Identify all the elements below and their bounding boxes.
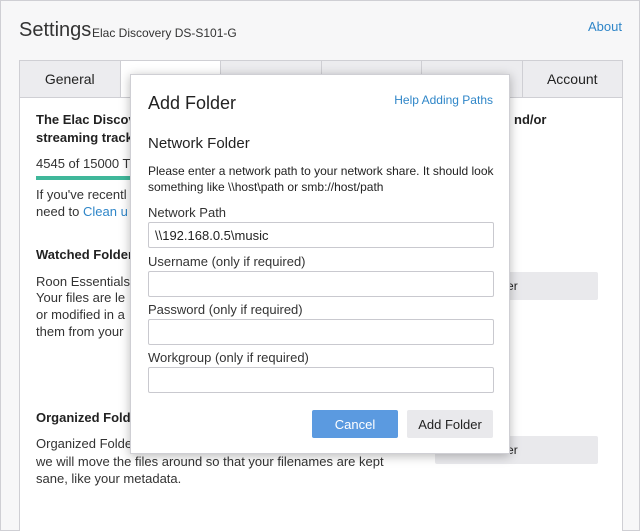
network-path-label: Network Path: [148, 205, 227, 220]
workgroup-label: Workgroup (only if required): [148, 350, 309, 365]
password-label: Password (only if required): [148, 302, 303, 317]
dialog-subtitle: Network Folder: [148, 135, 250, 152]
username-input[interactable]: [148, 271, 494, 297]
add-folder-button[interactable]: Add Folder: [407, 410, 493, 438]
password-input[interactable]: [148, 319, 494, 345]
help-adding-paths-link[interactable]: Help Adding Paths: [394, 93, 493, 107]
dialog-description: Please enter a network path to your netw…: [148, 164, 494, 194]
network-path-input[interactable]: [148, 222, 494, 248]
dialog-title: Add Folder: [148, 93, 237, 113]
username-label: Username (only if required): [148, 254, 306, 269]
workgroup-input[interactable]: [148, 367, 494, 393]
add-folder-dialog: Add Folder Help Adding Paths Network Fol…: [130, 74, 510, 454]
cancel-button[interactable]: Cancel: [312, 410, 398, 438]
